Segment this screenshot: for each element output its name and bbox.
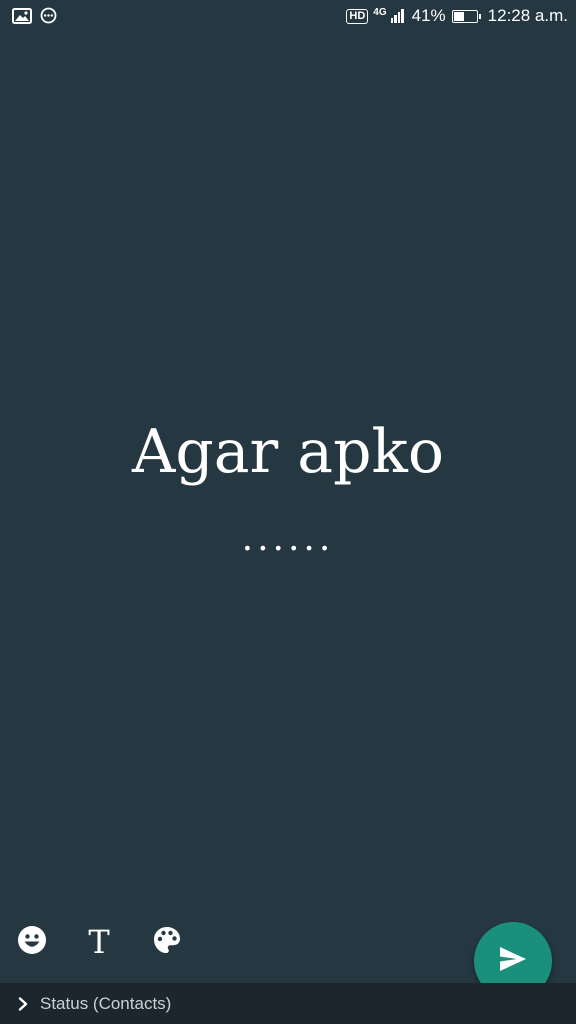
battery-level-fill bbox=[453, 11, 464, 21]
palette-icon bbox=[152, 925, 182, 960]
clock: 12:28 a.m. bbox=[487, 6, 568, 25]
status-text-line-1[interactable]: Agar apko bbox=[0, 412, 576, 492]
network-type: 4G bbox=[373, 6, 387, 18]
system-indicators: HD 4G 41% 12:28 a.m. bbox=[346, 6, 568, 26]
signal-strength-icon bbox=[390, 9, 404, 23]
emoji-icon bbox=[17, 925, 47, 960]
battery-icon bbox=[451, 9, 481, 23]
emoji-button[interactable] bbox=[12, 922, 52, 962]
status-privacy-selector[interactable]: Status (Contacts) bbox=[0, 983, 576, 1024]
text-style-icon: T bbox=[88, 923, 110, 961]
status-audience-label: Status (Contacts) bbox=[40, 993, 172, 1013]
battery-percent: 41% bbox=[411, 6, 446, 25]
more-circle-icon bbox=[40, 7, 57, 29]
notification-icons bbox=[12, 7, 57, 29]
text-status-editor: HD 4G 41% 12:28 a.m. Agar apko ...... T … bbox=[0, 0, 576, 1024]
status-text-line-2[interactable]: ...... bbox=[0, 518, 576, 559]
background-color-button[interactable] bbox=[147, 922, 187, 962]
system-status-bar: HD 4G 41% 12:28 a.m. bbox=[0, 0, 576, 34]
hd-badge: HD bbox=[346, 8, 369, 24]
text-style-button[interactable]: T bbox=[79, 922, 119, 962]
send-icon bbox=[498, 946, 528, 977]
chevron-right-icon bbox=[18, 996, 32, 1011]
gallery-icon bbox=[12, 7, 32, 29]
